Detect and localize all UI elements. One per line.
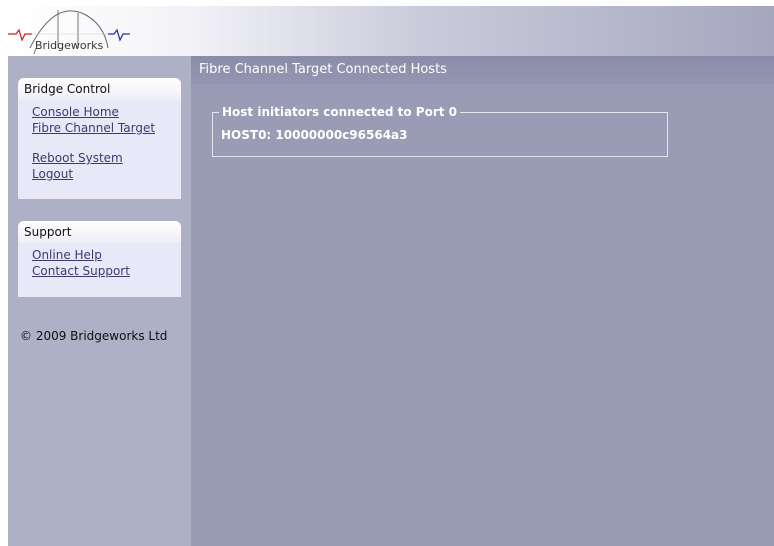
copyright-text: © 2009 Bridgeworks Ltd — [20, 329, 168, 343]
host-initiators-group: Host initiators connected to Port 0 HOST… — [212, 104, 668, 157]
contact-support-link[interactable]: Contact Support — [32, 263, 181, 279]
bridgeworks-logo: Bridgeworks — [8, 6, 148, 56]
support-panel: Support Online Help Contact Support — [18, 221, 181, 297]
bridge-control-title: Bridge Control — [18, 78, 181, 100]
page-frame: Bridgeworks Bridge Control Console Home … — [8, 6, 774, 546]
support-title: Support — [18, 221, 181, 243]
reboot-system-link[interactable]: Reboot System — [32, 150, 181, 166]
sidebar: Bridge Control Console Home Fibre Channe… — [8, 56, 191, 546]
logout-link[interactable]: Logout — [32, 166, 181, 182]
bridge-control-panel: Bridge Control Console Home Fibre Channe… — [18, 78, 181, 199]
page-title: Fibre Channel Target Connected Hosts — [191, 56, 774, 84]
console-home-link[interactable]: Console Home — [32, 104, 181, 120]
fibre-channel-target-link[interactable]: Fibre Channel Target — [32, 120, 181, 136]
host-entry: HOST0: 10000000c96564a3 — [221, 128, 408, 142]
logo-text: Bridgeworks — [35, 39, 104, 52]
header-banner: Bridgeworks — [8, 6, 774, 56]
online-help-link[interactable]: Online Help — [32, 247, 181, 263]
host-initiators-legend: Host initiators connected to Port 0 — [219, 104, 460, 120]
main-content: Fibre Channel Target Connected Hosts Hos… — [191, 56, 774, 546]
